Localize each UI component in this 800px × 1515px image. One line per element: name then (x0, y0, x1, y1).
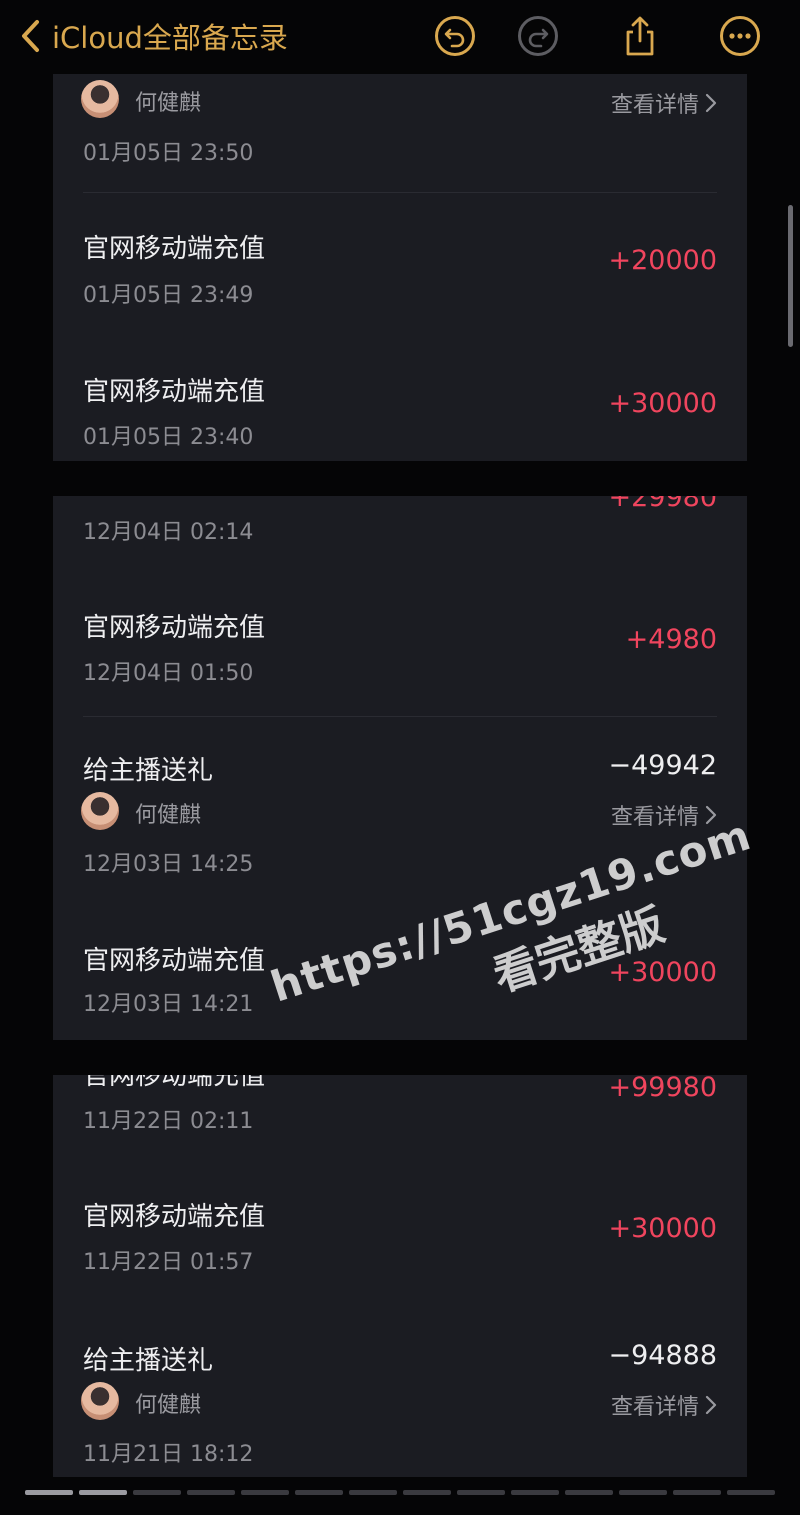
transaction-amount: +20000 (608, 245, 717, 276)
page-dot (565, 1490, 613, 1495)
view-details-link[interactable]: 查看详情 (611, 87, 717, 119)
transaction-title: 官网移动端充值 (83, 234, 266, 264)
page-dot (349, 1490, 397, 1495)
divider (83, 716, 717, 717)
page-dot (187, 1490, 235, 1495)
transaction-time: 01月05日 23:40 (83, 425, 254, 450)
navigation-bar: iCloud全部备忘录 (0, 0, 800, 72)
chevron-left-icon (22, 20, 39, 52)
undo-icon (435, 16, 475, 56)
transaction-card: 何健麒 查看详情 01月05日 23:50 官网移动端充值 +20000 01月… (53, 74, 747, 461)
view-details-label: 查看详情 (610, 1395, 699, 1420)
view-details-label: 查看详情 (610, 805, 699, 830)
undo-button[interactable] (434, 15, 476, 57)
transaction-entry: +29980 12月04日 02:14 (53, 496, 747, 556)
page-dot (79, 1490, 127, 1495)
page-dot (133, 1490, 181, 1495)
transaction-title: 官网移动端充值 (83, 613, 266, 643)
more-icon (720, 16, 760, 56)
transaction-amount: +30000 (608, 957, 717, 988)
page-dot (457, 1490, 505, 1495)
transaction-card: +29980 12月04日 02:14 官网移动端充值 +4980 12月04日… (53, 496, 747, 1040)
share-icon (626, 16, 654, 56)
transaction-time: 01月05日 23:49 (83, 283, 254, 308)
page-dot (403, 1490, 451, 1495)
chevron-right-icon (705, 1395, 717, 1415)
transaction-amount: +30000 (608, 1213, 717, 1244)
transaction-time: 11月22日 01:57 (83, 1250, 254, 1275)
transaction-amount: −49942 (608, 750, 717, 781)
redo-icon (518, 16, 558, 56)
page-dot (295, 1490, 343, 1495)
scrollbar[interactable] (788, 205, 793, 347)
avatar (81, 80, 119, 118)
transaction-title: 官网移动端充值 (83, 1075, 266, 1091)
transaction-time: 12月04日 02:14 (83, 520, 254, 545)
page-indicator (25, 1490, 775, 1496)
transaction-title: 给主播送礼 (83, 1346, 214, 1376)
view-details-link[interactable]: 查看详情 (611, 799, 717, 831)
transaction-amount: −94888 (608, 1340, 717, 1371)
transaction-entry: 官网移动端充值 +4980 12月04日 01:50 (53, 606, 747, 706)
transaction-time: 11月22日 02:11 (83, 1109, 254, 1134)
view-details-label: 查看详情 (610, 93, 699, 118)
username: 何健麒 (135, 1393, 202, 1418)
back-button[interactable]: iCloud全部备忘录 (18, 14, 288, 58)
page-dot (511, 1490, 559, 1495)
transaction-card: 官网移动端充值 +99980 11月22日 02:11 官网移动端充值 +300… (53, 1075, 747, 1477)
page-dot (673, 1490, 721, 1495)
transaction-amount: +29980 (608, 496, 717, 513)
page-dot (619, 1490, 667, 1495)
page-dot (727, 1490, 775, 1495)
transaction-time: 12月04日 01:50 (83, 661, 254, 686)
transaction-amount: +30000 (608, 388, 717, 419)
transaction-time: 12月03日 14:21 (83, 992, 254, 1017)
transaction-entry: 何健麒 查看详情 01月05日 23:50 (53, 74, 747, 192)
transaction-title: 官网移动端充值 (83, 946, 266, 976)
username: 何健麒 (135, 91, 202, 116)
transaction-entry: 官网移动端充值 +30000 11月22日 01:57 (53, 1195, 747, 1295)
transaction-entry: 给主播送礼 −94888 何健麒 查看详情 11月21日 18:12 (53, 1339, 747, 1477)
more-button[interactable] (719, 15, 761, 57)
share-button[interactable] (619, 15, 661, 57)
back-label: iCloud全部备忘录 (52, 21, 288, 55)
transaction-time: 01月05日 23:50 (83, 141, 254, 166)
transaction-entry: 官网移动端充值 +30000 12月03日 14:21 (53, 939, 747, 1039)
transaction-title: 官网移动端充值 (83, 1202, 266, 1232)
transaction-entry: 给主播送礼 −49942 何健麒 查看详情 12月03日 14:25 (53, 749, 747, 889)
transaction-amount: +99980 (608, 1075, 717, 1103)
divider (83, 192, 717, 193)
avatar (81, 1382, 119, 1420)
transaction-entry: 官网移动端充值 +99980 11月22日 02:11 (53, 1075, 747, 1145)
transaction-time: 11月21日 18:12 (83, 1442, 254, 1467)
view-details-link[interactable]: 查看详情 (611, 1389, 717, 1421)
page-dot (25, 1490, 73, 1495)
chevron-right-icon (705, 93, 717, 113)
transaction-title: 官网移动端充值 (83, 377, 266, 407)
chevron-right-icon (705, 805, 717, 825)
redo-button[interactable] (517, 15, 559, 57)
transaction-entry: 官网移动端充值 +20000 01月05日 23:49 (53, 220, 747, 320)
transaction-time: 12月03日 14:25 (83, 852, 254, 877)
transaction-entry: 官网移动端充值 +30000 01月05日 23:40 (53, 363, 747, 461)
transaction-amount: +4980 (625, 624, 717, 655)
avatar (81, 792, 119, 830)
page-dot (241, 1490, 289, 1495)
transaction-title: 给主播送礼 (83, 756, 214, 786)
username: 何健麒 (135, 803, 202, 828)
